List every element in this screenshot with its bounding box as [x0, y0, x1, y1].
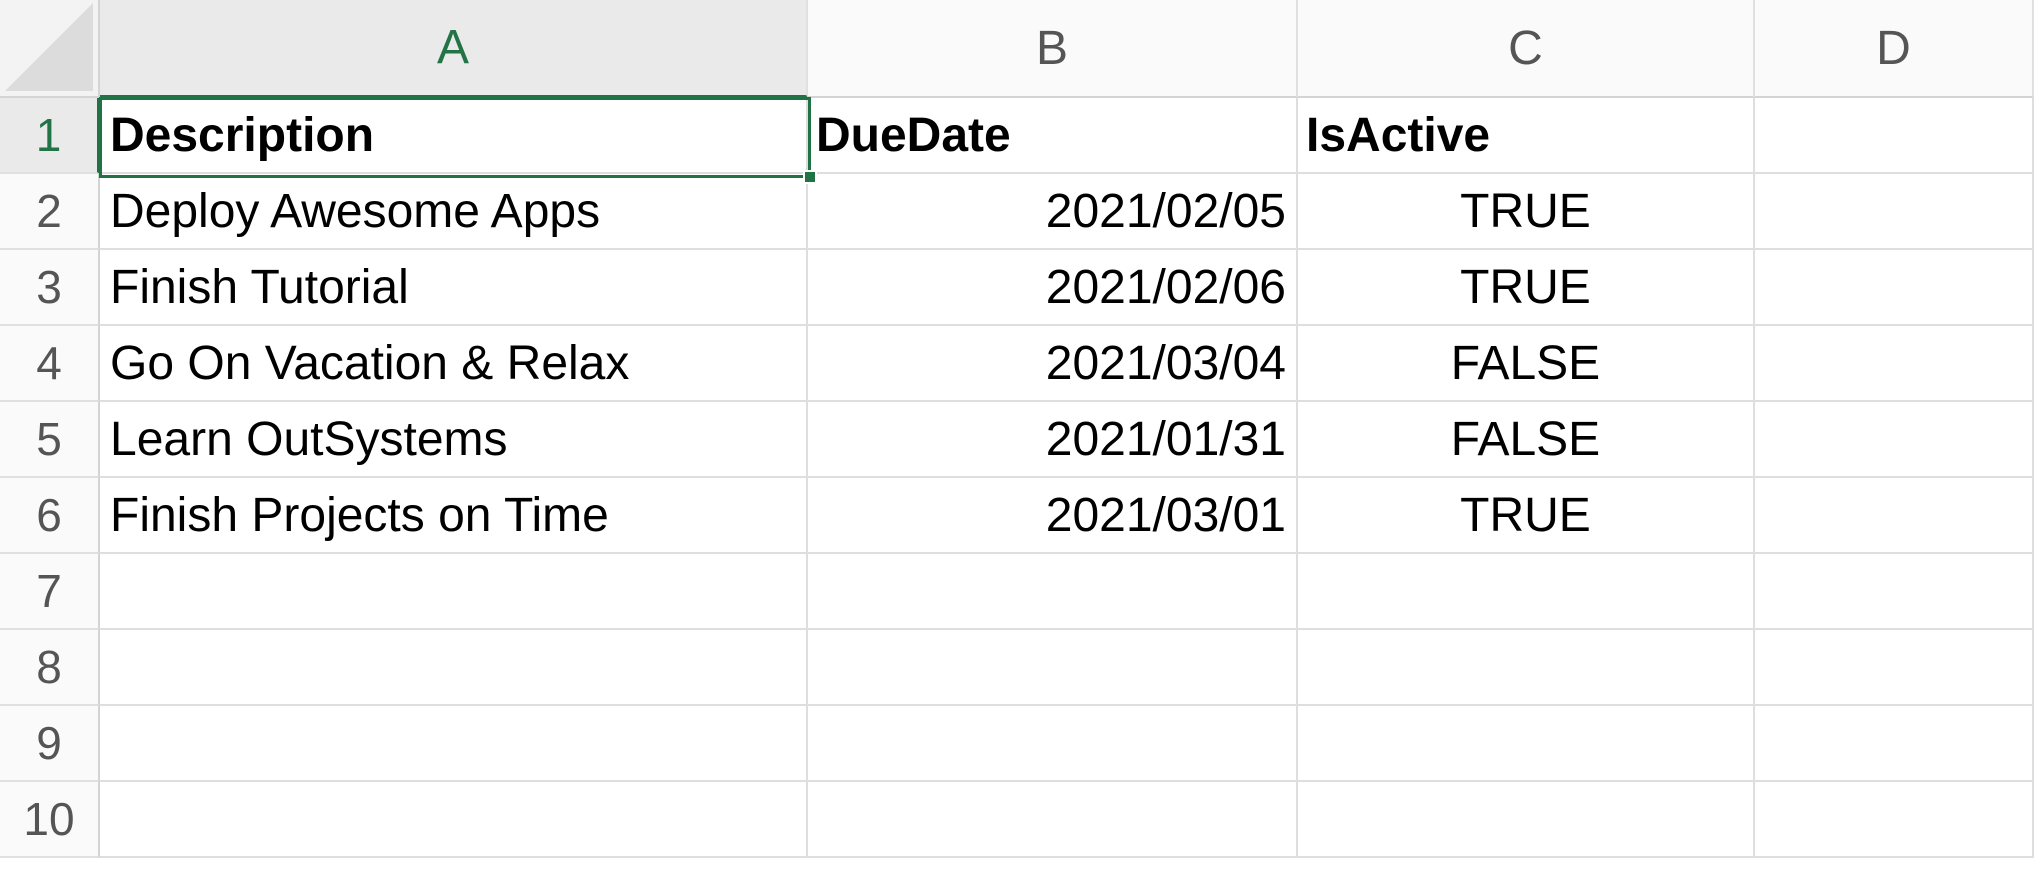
- cell-a3[interactable]: Finish Tutorial: [100, 250, 808, 326]
- cell-d2[interactable]: [1755, 174, 2034, 250]
- select-all-triangle-icon: [5, 3, 93, 91]
- cell-c4[interactable]: FALSE: [1298, 326, 1755, 402]
- cell-b9[interactable]: [808, 706, 1298, 782]
- row-header-3[interactable]: 3: [0, 250, 100, 326]
- fill-handle[interactable]: [803, 170, 817, 184]
- column-header-b[interactable]: B: [808, 0, 1298, 98]
- row-header-6[interactable]: 6: [0, 478, 100, 554]
- row-header-4[interactable]: 4: [0, 326, 100, 402]
- cell-b2[interactable]: 2021/02/05: [808, 174, 1298, 250]
- row-header-2[interactable]: 2: [0, 174, 100, 250]
- cell-a1[interactable]: Description: [100, 98, 808, 174]
- column-header-c[interactable]: C: [1298, 0, 1755, 98]
- row-header-1[interactable]: 1: [0, 98, 100, 174]
- cell-b3[interactable]: 2021/02/06: [808, 250, 1298, 326]
- cell-a2[interactable]: Deploy Awesome Apps: [100, 174, 808, 250]
- column-header-a[interactable]: A: [100, 0, 808, 98]
- cell-b10[interactable]: [808, 782, 1298, 858]
- cell-d3[interactable]: [1755, 250, 2034, 326]
- cell-b4[interactable]: 2021/03/04: [808, 326, 1298, 402]
- cell-a6[interactable]: Finish Projects on Time: [100, 478, 808, 554]
- cell-c1[interactable]: IsActive: [1298, 98, 1755, 174]
- row-header-10[interactable]: 10: [0, 782, 100, 858]
- cell-a7[interactable]: [100, 554, 808, 630]
- cell-a10[interactable]: [100, 782, 808, 858]
- select-all-corner[interactable]: [0, 0, 100, 98]
- spreadsheet-grid: A B C D 1 2 3 4 5 6 7 8 9 10 Description…: [0, 0, 2034, 878]
- cell-b8[interactable]: [808, 630, 1298, 706]
- cell-a4[interactable]: Go On Vacation & Relax: [100, 326, 808, 402]
- cell-c7[interactable]: [1298, 554, 1755, 630]
- cell-b1[interactable]: DueDate: [808, 98, 1298, 174]
- cell-b6[interactable]: 2021/03/01: [808, 478, 1298, 554]
- row-header-9[interactable]: 9: [0, 706, 100, 782]
- cell-d8[interactable]: [1755, 630, 2034, 706]
- cell-c8[interactable]: [1298, 630, 1755, 706]
- cell-a5[interactable]: Learn OutSystems: [100, 402, 808, 478]
- cell-b7[interactable]: [808, 554, 1298, 630]
- row-header-7[interactable]: 7: [0, 554, 100, 630]
- cell-d5[interactable]: [1755, 402, 2034, 478]
- cell-d4[interactable]: [1755, 326, 2034, 402]
- cell-c5[interactable]: FALSE: [1298, 402, 1755, 478]
- cell-c9[interactable]: [1298, 706, 1755, 782]
- cell-d1[interactable]: [1755, 98, 2034, 174]
- cell-d10[interactable]: [1755, 782, 2034, 858]
- cell-d6[interactable]: [1755, 478, 2034, 554]
- cell-c3[interactable]: TRUE: [1298, 250, 1755, 326]
- row-header-8[interactable]: 8: [0, 630, 100, 706]
- cell-d7[interactable]: [1755, 554, 2034, 630]
- column-header-d[interactable]: D: [1755, 0, 2034, 98]
- cell-b5[interactable]: 2021/01/31: [808, 402, 1298, 478]
- cell-c2[interactable]: TRUE: [1298, 174, 1755, 250]
- cell-c10[interactable]: [1298, 782, 1755, 858]
- cell-a8[interactable]: [100, 630, 808, 706]
- cell-c6[interactable]: TRUE: [1298, 478, 1755, 554]
- cell-d9[interactable]: [1755, 706, 2034, 782]
- row-header-5[interactable]: 5: [0, 402, 100, 478]
- cell-a9[interactable]: [100, 706, 808, 782]
